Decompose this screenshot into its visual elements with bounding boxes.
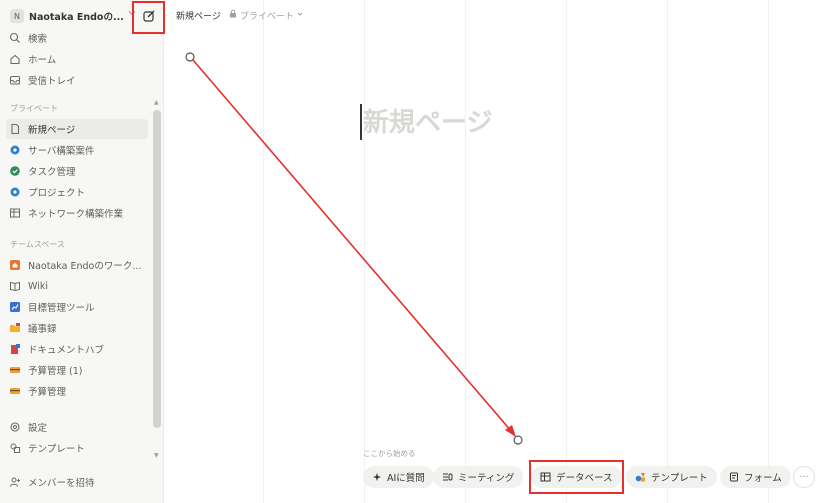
sidebar-item-label: Naotaka Endoのワーク... — [28, 261, 142, 272]
sidebar-item-new-page[interactable]: 新規ページ — [6, 119, 148, 139]
home-icon — [8, 52, 22, 66]
breadcrumb: 新規ページ プライベート — [176, 8, 303, 22]
scroll-up-icon[interactable]: ▲ — [154, 99, 159, 106]
start-from-label: ここから始める — [363, 449, 416, 458]
folder-icon — [8, 321, 22, 335]
sidebar-item-home[interactable]: ホーム — [6, 49, 148, 69]
sidebar-item-label: プロジェクト — [28, 188, 86, 199]
ai-icon — [372, 472, 382, 482]
chip-label: フォーム — [744, 473, 782, 484]
sidebar-item-label: 議事録 — [28, 324, 57, 335]
sidebar-item-label: 予算管理 — [28, 387, 67, 398]
privacy-label: プライベート — [239, 11, 294, 22]
gridline — [263, 0, 264, 503]
form-button[interactable]: フォーム — [720, 466, 791, 488]
sidebar-item-label: サーバ構築案件 — [28, 146, 95, 157]
blue-gear-icon — [8, 185, 22, 199]
ai-question-button[interactable]: AIに質問 — [363, 466, 434, 488]
green-check-icon — [8, 164, 22, 178]
chart-icon — [8, 300, 22, 314]
sidebar-scrollbar[interactable] — [153, 110, 161, 428]
gridline — [566, 0, 567, 503]
chevron-down-icon — [297, 10, 303, 20]
sidebar-item-label: 設定 — [28, 423, 48, 434]
sidebar-item-label: タスク管理 — [28, 167, 76, 178]
workspace-name: Naotaka Endoの... — [29, 12, 124, 23]
lock-icon — [229, 9, 237, 21]
sidebar-item-tasks[interactable]: タスク管理 — [6, 161, 148, 181]
sidebar-item-server[interactable]: サーバ構築案件 — [6, 140, 148, 160]
database-highlight-box — [529, 460, 624, 494]
privacy-selector[interactable]: プライベート — [229, 9, 303, 22]
arrow-head — [505, 425, 516, 437]
sidebar-item-label: 目標管理ツール — [28, 303, 95, 314]
sidebar-item-search[interactable]: 検索 — [6, 28, 148, 48]
sidebar-item-settings[interactable]: 設定 — [6, 417, 148, 437]
form-icon — [729, 472, 739, 482]
sidebar-item-minutes[interactable]: 議事録 — [6, 318, 148, 338]
add-member-icon — [8, 475, 22, 489]
meeting-icon — [442, 472, 453, 482]
sidebar-item-wiki[interactable]: Wiki — [6, 276, 148, 296]
doc-hub-icon — [8, 342, 22, 356]
sidebar-item-goals[interactable]: 目標管理ツール — [6, 297, 148, 317]
breadcrumb-page[interactable]: 新規ページ — [176, 9, 221, 22]
sidebar-item-label: 検索 — [28, 34, 48, 45]
sidebar-item-network[interactable]: ネットワーク構築作業 — [6, 203, 148, 223]
sidebar-item-budget-1[interactable]: 予算管理 (1) — [6, 360, 148, 380]
budget-icon — [8, 363, 22, 377]
chip-label: テンプレート — [651, 473, 708, 484]
page-icon — [8, 122, 22, 136]
sidebar-item-label: テンプレート — [28, 444, 85, 455]
sidebar-item-project[interactable]: プロジェクト — [6, 182, 148, 202]
table-icon — [8, 206, 22, 220]
template-shapes-icon — [635, 472, 646, 482]
template-button[interactable]: テンプレート — [626, 466, 717, 488]
sidebar-item-inbox[interactable]: 受信トレイ — [6, 70, 148, 90]
sidebar-item-label: メンバーを招待 — [28, 478, 95, 489]
template-icon — [8, 441, 22, 455]
app-window: N Naotaka Endoの... 検索 ホーム 受信トレイ プライベート 新… — [0, 0, 832, 503]
arrow-start-handle — [185, 52, 195, 62]
sidebar-item-label: 受信トレイ — [28, 76, 76, 87]
scroll-down-icon[interactable]: ▼ — [154, 452, 159, 459]
page-title-input[interactable]: 新規ページ — [363, 102, 492, 139]
sidebar-item-label: Wiki — [28, 280, 48, 292]
sidebar: N Naotaka Endoの... 検索 ホーム 受信トレイ プライベート 新… — [0, 0, 165, 503]
gridline — [465, 0, 466, 503]
sidebar-item-doc-hub[interactable]: ドキュメントハブ — [6, 339, 148, 359]
sidebar-item-templates[interactable]: テンプレート — [6, 438, 148, 458]
sidebar-item-label: ネットワーク構築作業 — [28, 209, 124, 220]
sidebar-item-invite[interactable]: メンバーを招待 — [6, 472, 148, 492]
meeting-button[interactable]: ミーティング — [433, 466, 524, 488]
chip-label: AIに質問 — [387, 473, 425, 484]
sidebar-item-label: ホーム — [28, 55, 57, 66]
search-icon — [8, 31, 22, 45]
budget-icon — [8, 384, 22, 398]
chip-label: ミーティング — [458, 473, 515, 484]
workspace-avatar: N — [10, 9, 24, 23]
gridline — [667, 0, 668, 503]
sidebar-item-label: 予算管理 (1) — [28, 366, 83, 377]
sidebar-item-label: 新規ページ — [28, 125, 76, 136]
gear-icon — [8, 420, 22, 434]
sidebar-item-workspace[interactable]: Naotaka Endoのワーク... — [6, 255, 148, 275]
sidebar-item-label: ドキュメントハブ — [28, 345, 105, 356]
arrow-end-handle — [513, 435, 523, 445]
more-options-button[interactable]: ··· — [793, 466, 815, 488]
book-icon — [8, 279, 22, 293]
text-caret — [360, 104, 362, 140]
gridline — [364, 0, 365, 503]
sidebar-item-budget[interactable]: 予算管理 — [6, 381, 148, 401]
compose-icon — [142, 8, 156, 27]
home-orange-icon — [8, 258, 22, 272]
section-label-private: プライベート — [10, 104, 58, 113]
inbox-icon — [8, 73, 22, 87]
section-label-teamspace: チームスペース — [10, 240, 65, 249]
gridline — [768, 0, 769, 503]
blue-gear-icon — [8, 143, 22, 157]
